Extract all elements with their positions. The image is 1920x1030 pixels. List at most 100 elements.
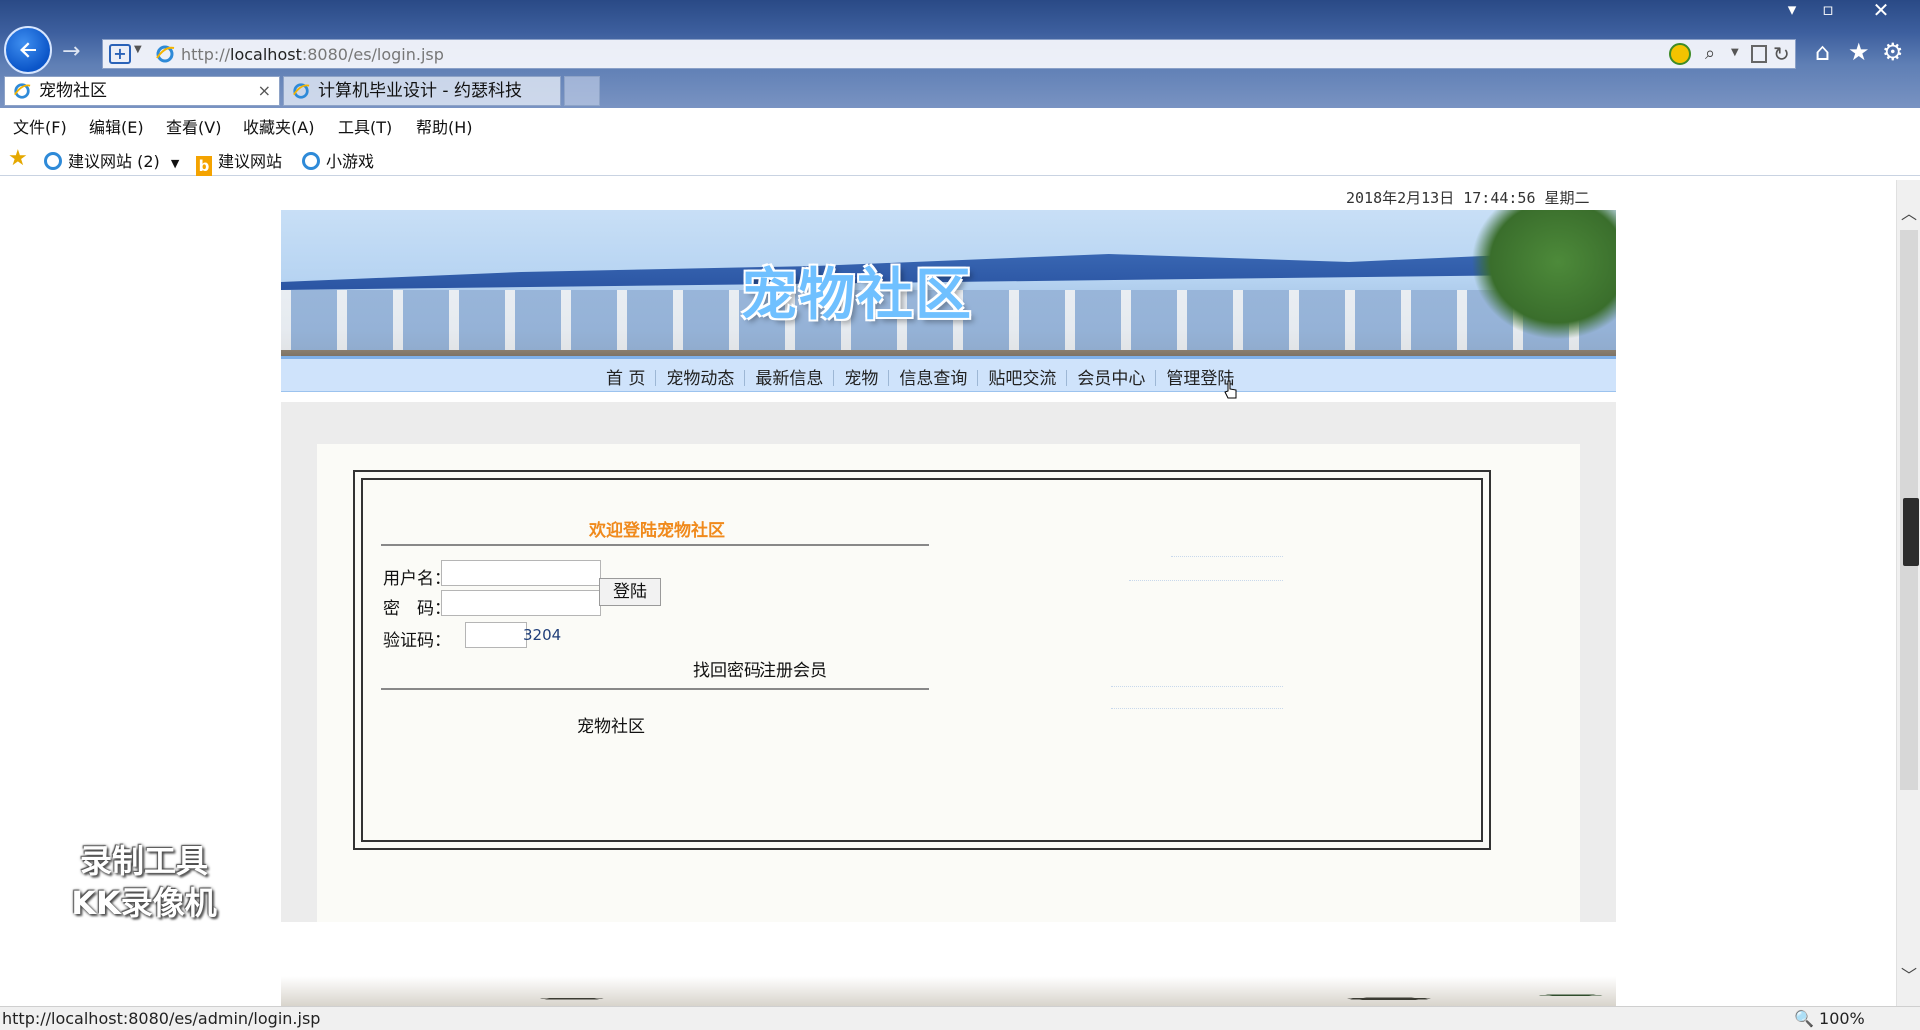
restore-button[interactable]: ▫ [1811, 0, 1845, 20]
ie-icon [293, 83, 310, 99]
forward-button[interactable]: → [62, 40, 88, 64]
refresh-icon[interactable]: ↻ [1773, 42, 1790, 66]
menu-view[interactable]: 查看(V) [166, 114, 221, 138]
faint-line [1111, 708, 1283, 709]
fav-label: 小游戏 [326, 152, 375, 171]
menu-favorites[interactable]: 收藏夹(A) [243, 114, 314, 138]
site-title: 宠物社区 [741, 263, 973, 328]
username-input[interactable] [441, 560, 601, 586]
faint-line [1111, 686, 1283, 687]
ie-icon [14, 83, 31, 99]
status-url: http://localhost:8080/es/admin/login.jsp [2, 1009, 321, 1028]
content-panel: 欢迎登陆宠物社区 用户名： 密 码： 登陆 验证码： 3204 找回密码 注册会… [317, 444, 1580, 922]
vertical-scrollbar[interactable]: ︿ ﹀ [1896, 180, 1920, 1006]
nav-divider [833, 370, 835, 386]
minimize-button[interactable]: ▾ [1775, 0, 1809, 20]
watermark-line: KK录像机 [71, 884, 217, 922]
scrollbar-grip[interactable] [1903, 498, 1919, 566]
page-viewport: 2018年2月13日 17:44:56 星期二 宠物社区 首 页宠物动态 最新信息… [0, 180, 1896, 1006]
nav-pet-news[interactable]: 宠物动态 [666, 364, 734, 389]
favorites-bar: ★ 建议网站 (2) ▼ b 建议网站 小游戏 [0, 142, 1920, 176]
nav-divider [1066, 370, 1068, 386]
banner-tree [1471, 210, 1616, 340]
recorder-watermark: 录制工具 KK录像机 [44, 840, 244, 924]
nav-divider [1155, 370, 1157, 386]
nav-forum[interactable]: 贴吧交流 [988, 364, 1056, 389]
add-favorite-star-icon[interactable]: ★ [8, 146, 28, 171]
url-path: :8080/es/login.jsp [301, 45, 444, 64]
chevron-down-icon[interactable]: ▼ [1731, 47, 1739, 58]
register-link[interactable]: 注册会员 [759, 656, 827, 681]
find-password-link[interactable]: 找回密码 [693, 656, 761, 681]
menu-edit[interactable]: 编辑(E) [89, 114, 144, 138]
close-tab-icon[interactable]: × [258, 77, 271, 105]
close-window-button[interactable]: ✕ [1864, 0, 1898, 20]
chevron-down-icon: ▼ [170, 157, 180, 170]
fav-suggested-sites-dropdown[interactable]: 建议网站 (2) ▼ [44, 148, 179, 172]
nav-divider [655, 370, 657, 386]
compatibility-view-icon[interactable] [1669, 43, 1691, 65]
menu-bar: 文件(F) 编辑(E) 查看(V) 收藏夹(A) 工具(T) 帮助(H) [0, 110, 1920, 140]
fav-label: 建议网站 [218, 152, 283, 171]
browser-titlebar: ▾ ▫ ✕ → + ▼ http://localhost:8080/es/log… [0, 0, 1920, 108]
site-nav: 首 页宠物动态 最新信息 宠物 信息查询 贴吧交流 会员中心 管理登陆 [281, 356, 1616, 392]
status-bar: http://localhost:8080/es/admin/login.jsp… [0, 1006, 1920, 1030]
nav-info-query[interactable]: 信息查询 [899, 364, 967, 389]
zoom-level[interactable]: 🔍 100% [1794, 1009, 1865, 1028]
nav-member-center[interactable]: 会员中心 [1077, 364, 1145, 389]
ie-icon [44, 152, 62, 170]
content-frame: 欢迎登陆宠物社区 用户名： 密 码： 登陆 验证码： 3204 找回密码 注册会… [281, 402, 1616, 922]
login-form: 欢迎登陆宠物社区 用户名： 密 码： 登陆 验证码： 3204 找回密码 注册会… [361, 478, 1483, 842]
faint-line [1171, 556, 1283, 557]
menu-tools[interactable]: 工具(T) [338, 114, 392, 138]
current-datetime: 2018年2月13日 17:44:56 星期二 [1346, 189, 1590, 207]
shield-plus-icon[interactable]: + [109, 44, 131, 64]
bing-icon: b [196, 156, 212, 176]
zoom-icon: 🔍 [1794, 1009, 1814, 1028]
back-button[interactable] [4, 26, 52, 74]
divider [381, 544, 929, 546]
login-box: 欢迎登陆宠物社区 用户名： 密 码： 登陆 验证码： 3204 找回密码 注册会… [353, 470, 1491, 850]
footer-trees [481, 970, 1616, 1006]
tab-pet-community[interactable]: 宠物社区 × [4, 76, 280, 106]
nav-divider [744, 370, 746, 386]
fav-label: 建议网站 (2) [68, 152, 160, 171]
password-input[interactable] [441, 590, 601, 616]
site-banner: 宠物社区 [281, 210, 1616, 380]
arrow-right-icon: → [62, 39, 81, 64]
nav-latest-info[interactable]: 最新信息 [755, 364, 823, 389]
hand-cursor-icon [1224, 380, 1237, 399]
captcha-code: 3204 [523, 626, 562, 644]
login-footer-name: 宠物社区 [577, 717, 645, 737]
site-footer-image [281, 940, 1616, 1006]
address-bar[interactable]: + ▼ http://localhost:8080/es/login.jsp ⌕… [102, 39, 1796, 69]
fav-suggested-sites[interactable]: b 建议网站 [196, 148, 282, 176]
welcome-heading: 欢迎登陆宠物社区 [589, 521, 725, 541]
tab-label: 宠物社区 [39, 81, 107, 101]
address-url[interactable]: http://localhost:8080/es/login.jsp [181, 45, 444, 64]
tab-graduation-design[interactable]: 计算机毕业设计 - 约瑟科技 [283, 76, 561, 106]
ie-icon [156, 45, 175, 63]
page-icon[interactable] [1751, 45, 1767, 63]
menu-help[interactable]: 帮助(H) [416, 114, 473, 138]
gear-icon[interactable]: ⚙ [1882, 38, 1904, 66]
home-icon[interactable]: ⌂ [1815, 38, 1830, 66]
favorites-star-icon[interactable]: ★ [1848, 38, 1870, 66]
nav-home[interactable]: 首 页 [606, 364, 645, 389]
captcha-label: 验证码： [383, 631, 451, 651]
chevron-down-icon[interactable]: ▼ [134, 44, 142, 55]
url-host: localhost [230, 45, 302, 64]
search-icon[interactable]: ⌕ [1705, 43, 1715, 64]
nav-divider [977, 370, 979, 386]
scroll-down-arrow-icon[interactable]: ﹀ [1901, 962, 1917, 986]
nav-pets[interactable]: 宠物 [844, 364, 878, 389]
menu-file[interactable]: 文件(F) [13, 114, 67, 138]
fav-mini-games[interactable]: 小游戏 [302, 148, 374, 172]
scroll-up-arrow-icon[interactable]: ︿ [1901, 200, 1917, 224]
new-tab-button[interactable] [564, 76, 600, 106]
faint-line [1129, 580, 1283, 581]
nav-divider [888, 370, 890, 386]
login-button[interactable]: 登陆 [599, 578, 661, 606]
url-prefix: http:// [181, 45, 231, 64]
captcha-input[interactable] [465, 622, 527, 648]
